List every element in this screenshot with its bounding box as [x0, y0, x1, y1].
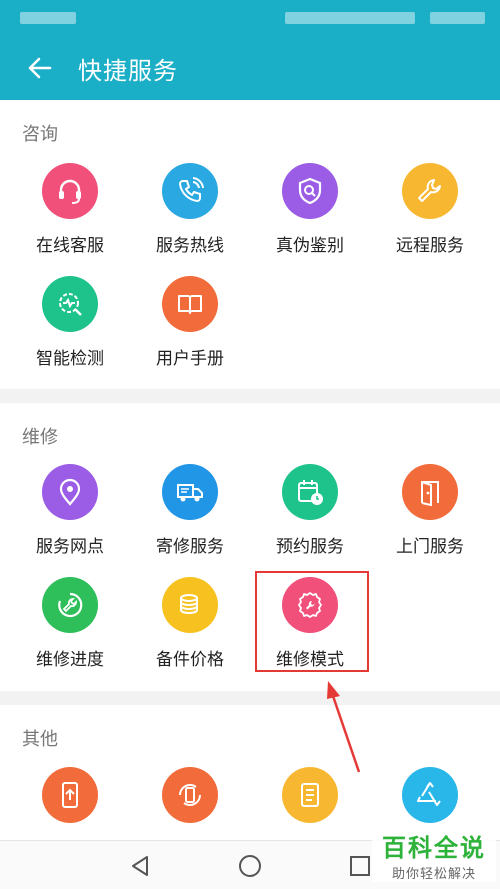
door-icon: [402, 464, 458, 520]
tile-label: 上门服务: [396, 537, 464, 557]
service-other-1[interactable]: [8, 767, 132, 835]
section-label: 其他: [22, 729, 58, 750]
service-other-4[interactable]: [368, 767, 492, 835]
watermark-subtitle: 助你轻松解决: [391, 867, 476, 882]
service-authenticity-check[interactable]: 真伪鉴别: [248, 163, 372, 256]
phone-upload-icon: [42, 767, 98, 823]
service-mail-in-repair[interactable]: 寄修服务: [128, 464, 252, 557]
book-icon: [162, 276, 218, 332]
tile-label: 服务热线: [156, 236, 224, 256]
recycle-icon: [402, 767, 458, 823]
triangle-back-icon: [132, 856, 148, 876]
tile-label: 预约服务: [276, 537, 344, 557]
service-remote[interactable]: 远程服务: [368, 163, 492, 256]
watermark-title: 百科全说: [382, 834, 486, 862]
service-appointment[interactable]: 预约服务: [248, 464, 372, 557]
section-label: 咨询: [22, 124, 58, 145]
nav-recents-button[interactable]: [346, 852, 374, 880]
back-button[interactable]: [20, 48, 60, 88]
tile-label: 维修进度: [36, 650, 104, 670]
service-repair-progress[interactable]: 维修进度: [8, 577, 132, 670]
phone-icon: [162, 163, 218, 219]
battery-blurred: [430, 12, 485, 24]
service-smart-diagnosis[interactable]: 智能检测: [8, 276, 132, 369]
status-icons-blurred: [285, 12, 415, 24]
diagnostic-icon: [42, 276, 98, 332]
wrench-icon: [402, 163, 458, 219]
section-other: 其他: [0, 705, 500, 840]
service-onsite[interactable]: 上门服务: [368, 464, 492, 557]
gear-wrench-icon: [282, 577, 338, 633]
tile-label: 寄修服务: [156, 537, 224, 557]
nav-back-button[interactable]: [126, 852, 154, 880]
section-repair: 维修 服务网点 寄修服务 预约服务 上门服务 维修进度 备件价格 维修模式: [0, 403, 500, 691]
tile-label: 服务网点: [36, 537, 104, 557]
service-parts-price[interactable]: 备件价格: [128, 577, 252, 670]
location-pin-icon: [42, 464, 98, 520]
status-bar: [0, 0, 500, 36]
coins-icon: [162, 577, 218, 633]
square-recents-icon: [350, 856, 370, 876]
service-user-manual[interactable]: 用户手册: [128, 276, 252, 369]
section-label: 维修: [22, 427, 58, 448]
service-outlets[interactable]: 服务网点: [8, 464, 132, 557]
phone-rotate-icon: [162, 767, 218, 823]
document-icon: [282, 767, 338, 823]
repair-progress-icon: [42, 577, 98, 633]
tile-label: 备件价格: [156, 650, 224, 670]
tile-label: 远程服务: [396, 236, 464, 256]
section-consult: 咨询 在线客服 服务热线 真伪鉴别 远程服务 智能检测 用户手册: [0, 100, 500, 389]
tile-label: 用户手册: [156, 349, 224, 369]
calendar-clock-icon: [282, 464, 338, 520]
back-arrow-icon: [28, 57, 52, 79]
service-hotline[interactable]: 服务热线: [128, 163, 252, 256]
tile-label: 真伪鉴别: [276, 236, 344, 256]
service-online-support[interactable]: 在线客服: [8, 163, 132, 256]
headset-icon: [42, 163, 98, 219]
watermark: 百科全说 助你轻松解决: [372, 828, 496, 882]
tile-label: 在线客服: [36, 236, 104, 256]
nav-home-button[interactable]: [236, 852, 264, 880]
page-title: 快捷服务: [78, 56, 178, 85]
service-repair-mode[interactable]: 维修模式: [248, 577, 372, 670]
delivery-truck-icon: [162, 464, 218, 520]
circle-home-icon: [239, 855, 261, 877]
shield-search-icon: [282, 163, 338, 219]
tile-label: 维修模式: [276, 650, 344, 670]
service-other-2[interactable]: [128, 767, 252, 835]
tile-label: 智能检测: [36, 349, 104, 369]
app-bar: 快捷服务: [0, 36, 500, 100]
status-time-blurred: [20, 12, 76, 24]
service-other-3[interactable]: [248, 767, 372, 835]
